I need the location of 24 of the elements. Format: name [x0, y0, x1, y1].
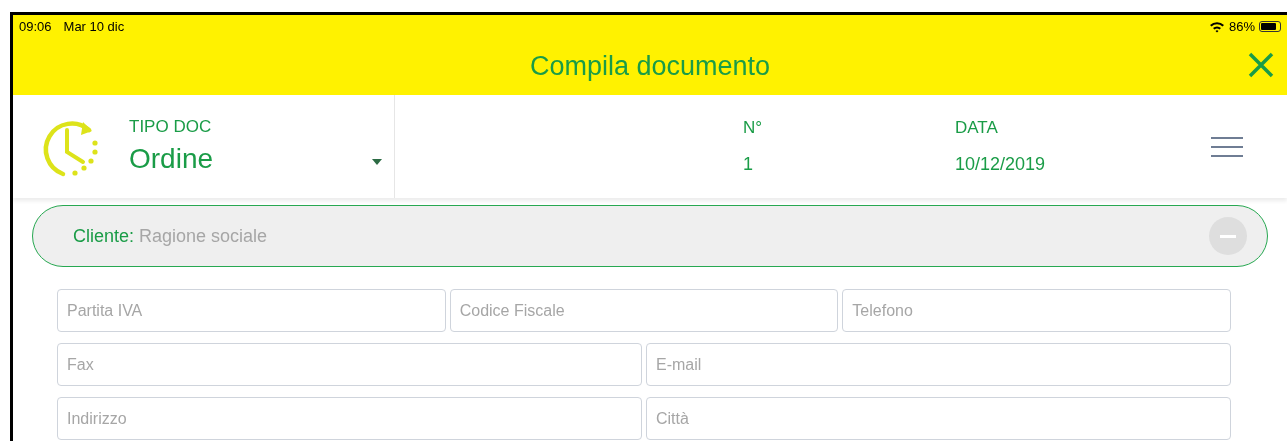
input-field[interactable]: Codice Fiscale — [449, 289, 839, 332]
input-field[interactable]: Partita IVA — [57, 289, 446, 332]
caret-icon — [372, 159, 382, 166]
client-bar[interactable]: Cliente: Ragione sociale — [32, 205, 1268, 267]
wifi-icon — [1208, 20, 1225, 33]
date-label: DATA — [955, 117, 999, 140]
battery-icon — [1259, 21, 1281, 33]
input-field[interactable]: E-mail — [646, 343, 1231, 386]
document-type-value: Ordine — [129, 142, 214, 177]
status-date: Mar 10 dic — [63, 18, 125, 36]
input-field[interactable]: Fax — [57, 343, 642, 386]
client-name-placeholder: Ragione sociale — [139, 224, 268, 248]
number-label: N° — [743, 117, 764, 140]
document-type-dropdown[interactable]: TIPO DOC Ordine — [129, 113, 394, 180]
input-field[interactable]: Città — [646, 397, 1231, 440]
status-time: 09:06 — [19, 18, 52, 36]
number-value: 1 — [743, 152, 754, 176]
page-title: Compila documento — [529, 49, 771, 83]
input-field[interactable]: Indirizzo — [57, 397, 642, 440]
date-value: 10/12/2019 — [955, 152, 1046, 176]
client-label: Cliente: — [73, 224, 135, 248]
document-type-label: TIPO DOC — [129, 115, 213, 138]
battery-percentage: 86% — [1228, 18, 1255, 36]
input-field[interactable]: Telefono — [842, 289, 1231, 332]
